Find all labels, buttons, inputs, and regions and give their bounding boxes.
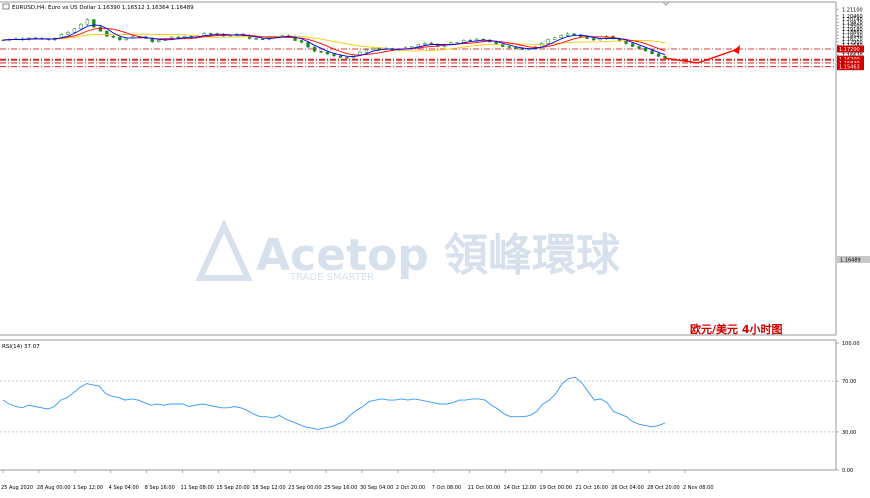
time-tick-label: 28 Aug 00:00 bbox=[37, 485, 71, 491]
current-price-label: 1.16489 bbox=[840, 258, 861, 264]
candle-body bbox=[260, 38, 265, 41]
time-tick-label: 26 Oct 04:00 bbox=[611, 485, 644, 491]
price-tick-label: 1.21100 bbox=[842, 7, 863, 13]
candle-body bbox=[176, 36, 180, 39]
candle-body bbox=[92, 19, 96, 28]
time-tick-label: 23 Sep 00:00 bbox=[288, 485, 321, 491]
candle-body bbox=[468, 39, 472, 42]
key-level-label: 1.15463 bbox=[839, 65, 860, 71]
candle-body bbox=[377, 47, 382, 50]
main-chart-title: EURUSD,H4: Euro vs US Dollar 1.16390 1.1… bbox=[12, 5, 194, 11]
time-tick-label: 2 Nov 08:00 bbox=[683, 485, 714, 491]
candle-body bbox=[299, 40, 304, 43]
candle-body bbox=[643, 47, 648, 52]
candle-body bbox=[559, 35, 563, 38]
candle-body bbox=[637, 46, 641, 49]
candle-body bbox=[358, 51, 362, 56]
candle-body bbox=[66, 32, 70, 35]
time-tick-label: 4 Sep 04:00 bbox=[109, 485, 139, 491]
candle-body bbox=[157, 40, 161, 43]
time-tick-label: 19 Oct 00:00 bbox=[539, 485, 572, 491]
time-tick-label: 1 Sep 12:00 bbox=[73, 485, 103, 491]
candle-body bbox=[364, 49, 369, 53]
time-tick-label: 25 Sep 16:00 bbox=[324, 485, 357, 491]
candle-body bbox=[118, 37, 122, 41]
candle-body bbox=[410, 46, 414, 49]
candle-body bbox=[345, 57, 349, 59]
time-tick-label: 14 Oct 12:00 bbox=[504, 485, 537, 491]
time-tick-label: 25 Aug 2020 bbox=[1, 485, 33, 491]
candle-body bbox=[565, 33, 570, 36]
candle-body bbox=[254, 38, 258, 40]
watermark: Acetop 領峰環球 TRADE SMARTER bbox=[195, 218, 621, 283]
candle-body bbox=[650, 50, 654, 55]
candle-body bbox=[312, 46, 317, 52]
chart-svg: EURUSD,H4: Euro vs US Dollar 1.16390 1.1… bbox=[0, 0, 870, 494]
candle-body bbox=[111, 36, 115, 38]
time-tick-label: 28 Oct 20:00 bbox=[647, 485, 680, 491]
rsi-tick-label: 70.00 bbox=[842, 379, 856, 385]
candle-body bbox=[371, 47, 375, 51]
time-tick-label: 18 Sep 12:00 bbox=[252, 485, 285, 491]
candle-body bbox=[624, 40, 628, 44]
candle-body bbox=[325, 51, 330, 55]
time-tick-label: 2 Oct 20:00 bbox=[396, 485, 425, 491]
candle-body bbox=[306, 42, 310, 48]
rsi-tick-label: 100.00 bbox=[842, 341, 860, 347]
candle-body bbox=[105, 30, 109, 37]
chart-annotation: 欧元/美元 4小时图 bbox=[690, 322, 783, 336]
candle-body bbox=[85, 19, 90, 25]
rsi-tick-label: 0.00 bbox=[842, 468, 853, 474]
candle-body bbox=[332, 53, 336, 57]
candle-body bbox=[546, 39, 550, 44]
time-tick-label: 15 Sep 20:00 bbox=[216, 485, 249, 491]
candle-body bbox=[553, 37, 557, 40]
candle-body bbox=[656, 53, 661, 57]
candle-body bbox=[429, 42, 434, 45]
time-tick-label: 7 Oct 08:00 bbox=[432, 485, 461, 491]
candle-body bbox=[591, 38, 596, 41]
candle-body bbox=[455, 42, 459, 44]
time-tick-label: 8 Sep 16:00 bbox=[145, 485, 175, 491]
candle-body bbox=[507, 46, 511, 48]
candle-body bbox=[514, 47, 518, 50]
candle-body bbox=[572, 33, 576, 36]
chart-canvas: EURUSD,H4: Euro vs US Dollar 1.16390 1.1… bbox=[0, 0, 870, 494]
candle-body bbox=[423, 42, 427, 45]
candle-body bbox=[209, 33, 213, 35]
time-tick-label: 11 Oct 00:00 bbox=[468, 485, 501, 491]
time-tick-label: 21 Oct 16:00 bbox=[575, 485, 608, 491]
time-tick-label: 11 Sep 08:00 bbox=[180, 485, 213, 491]
time-tick-label: 30 Sep 04:00 bbox=[360, 485, 393, 491]
candle-body bbox=[98, 26, 103, 32]
candle-body bbox=[72, 28, 77, 33]
candle-body bbox=[319, 50, 323, 53]
watermark-subtext: TRADE SMARTER bbox=[289, 272, 374, 283]
candle-body bbox=[79, 23, 83, 30]
rsi-tick-label: 30.00 bbox=[842, 430, 856, 436]
candle-body bbox=[630, 43, 635, 47]
candle-body bbox=[520, 48, 524, 50]
rsi-title: RSI(14) 37.07 bbox=[2, 344, 40, 350]
candle-body bbox=[338, 55, 343, 58]
key-level-label: 1.17200 bbox=[839, 47, 860, 53]
